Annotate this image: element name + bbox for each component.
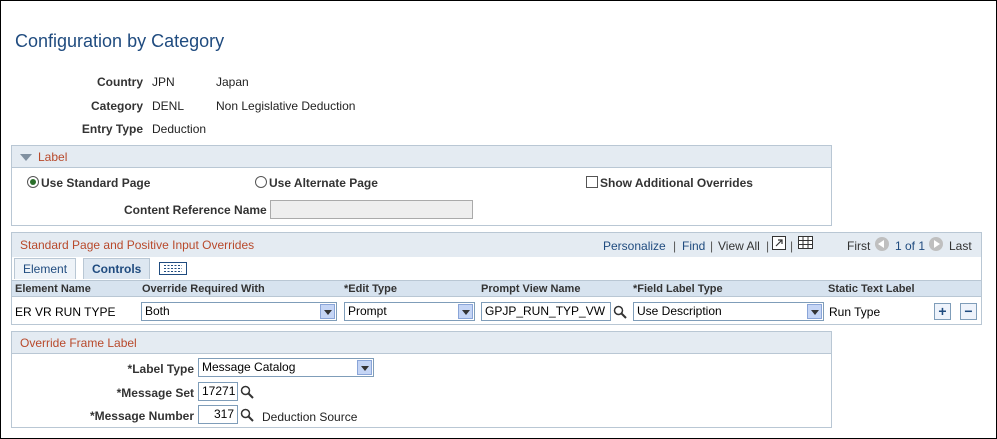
overrides-grid-title: Standard Page and Positive Input Overrid… — [20, 238, 255, 252]
tab-controls[interactable]: Controls — [83, 258, 151, 279]
category-name: Non Legislative Deduction — [216, 99, 356, 113]
chevron-down-icon — [357, 360, 372, 375]
field-label-type-select[interactable]: Use Description — [633, 302, 824, 321]
message-set-label: *Message Set — [116, 386, 194, 400]
chevron-down-icon — [458, 304, 473, 319]
content-reference-input[interactable] — [270, 200, 473, 219]
last-label: Last — [949, 239, 972, 253]
remove-row-button[interactable]: − — [960, 303, 977, 320]
entry-type-value: Deduction — [152, 122, 207, 136]
static-text-label-cell: Run Type — [829, 305, 881, 319]
label-group-header[interactable]: Label — [12, 146, 831, 168]
page-frame: Configuration by Category Country JPN Ja… — [0, 0, 997, 439]
collapse-triangle-icon[interactable] — [20, 154, 32, 162]
table-row: ER VR RUN TYPE Both Prompt GPJP_RUN_TYP_… — [12, 298, 981, 324]
use-standard-page-label: Use Standard Page — [41, 176, 151, 190]
grid-download-icon[interactable] — [798, 236, 813, 249]
page-title: Configuration by Category — [15, 31, 225, 51]
country-code: JPN — [152, 75, 175, 89]
previous-arrow-icon[interactable] — [875, 237, 889, 251]
magnifier-icon[interactable] — [613, 305, 627, 319]
overrides-grid-header: Standard Page and Positive Input Overrid… — [12, 233, 981, 257]
category-code: DENL — [152, 99, 185, 113]
country-name: Japan — [216, 75, 249, 89]
message-description: Deduction Source — [262, 410, 358, 424]
col-prompt-view-name: Prompt View Name — [481, 283, 581, 295]
prompt-view-name-input[interactable]: GPJP_RUN_TYP_VW — [481, 302, 611, 321]
label-group: Label Use Standard Page Use Alternate Pa… — [11, 145, 832, 226]
override-frame-group: Override Frame Label *Label Type Message… — [11, 331, 832, 428]
add-row-button[interactable]: + — [934, 303, 951, 320]
overrides-grid: Standard Page and Positive Input Overrid… — [11, 232, 982, 325]
chevron-down-icon — [320, 304, 335, 319]
tab-element[interactable]: Element — [14, 258, 77, 279]
use-alternate-page-label: Use Alternate Page — [269, 176, 378, 190]
magnifier-icon[interactable] — [240, 408, 254, 422]
magnifier-icon[interactable] — [240, 385, 254, 399]
label-type-label: *Label Type — [127, 362, 194, 376]
show-additional-overrides-label: Show Additional Overrides — [600, 176, 753, 190]
range-label: 1 of 1 — [895, 239, 926, 253]
col-override-required-with: Override Required With — [142, 283, 265, 295]
next-arrow-icon[interactable] — [929, 237, 943, 251]
category-label: Category — [90, 99, 143, 113]
col-edit-type: *Edit Type — [344, 283, 397, 295]
override-required-with-select[interactable]: Both — [141, 302, 337, 321]
personalize-link[interactable]: Personalize — [603, 239, 666, 253]
show-additional-overrides-checkbox[interactable] — [586, 176, 598, 188]
content-reference-label: Content Reference Name — [124, 203, 267, 217]
zoom-icon[interactable] — [772, 236, 786, 250]
edit-type-select[interactable]: Prompt — [344, 302, 475, 321]
message-number-input[interactable]: 317 — [198, 405, 238, 424]
col-static-text-label: Static Text Label — [828, 283, 915, 295]
grid-column-header-row: Element Name Override Required With *Edi… — [12, 280, 981, 297]
message-set-input[interactable]: 17271 — [198, 382, 238, 401]
use-standard-page-radio[interactable] — [27, 176, 39, 188]
element-name-cell: ER VR RUN TYPE — [15, 305, 116, 319]
first-label: First — [847, 239, 871, 253]
override-frame-title: Override Frame Label — [20, 336, 137, 350]
view-all-link[interactable]: View All — [718, 239, 760, 253]
label-type-select[interactable]: Message Catalog — [198, 358, 374, 377]
label-group-title: Label — [38, 150, 68, 164]
use-alternate-page-radio[interactable] — [255, 176, 267, 188]
chevron-down-icon — [807, 304, 822, 319]
find-link[interactable]: Find — [682, 239, 705, 253]
col-field-label-type: *Field Label Type — [633, 283, 723, 295]
override-frame-header: Override Frame Label — [12, 332, 831, 354]
col-element-name: Element Name — [15, 283, 91, 295]
country-label: Country — [97, 75, 143, 89]
message-number-label: *Message Number — [89, 409, 194, 423]
show-all-columns-icon[interactable] — [159, 262, 187, 275]
entry-type-label: Entry Type — [81, 122, 143, 136]
